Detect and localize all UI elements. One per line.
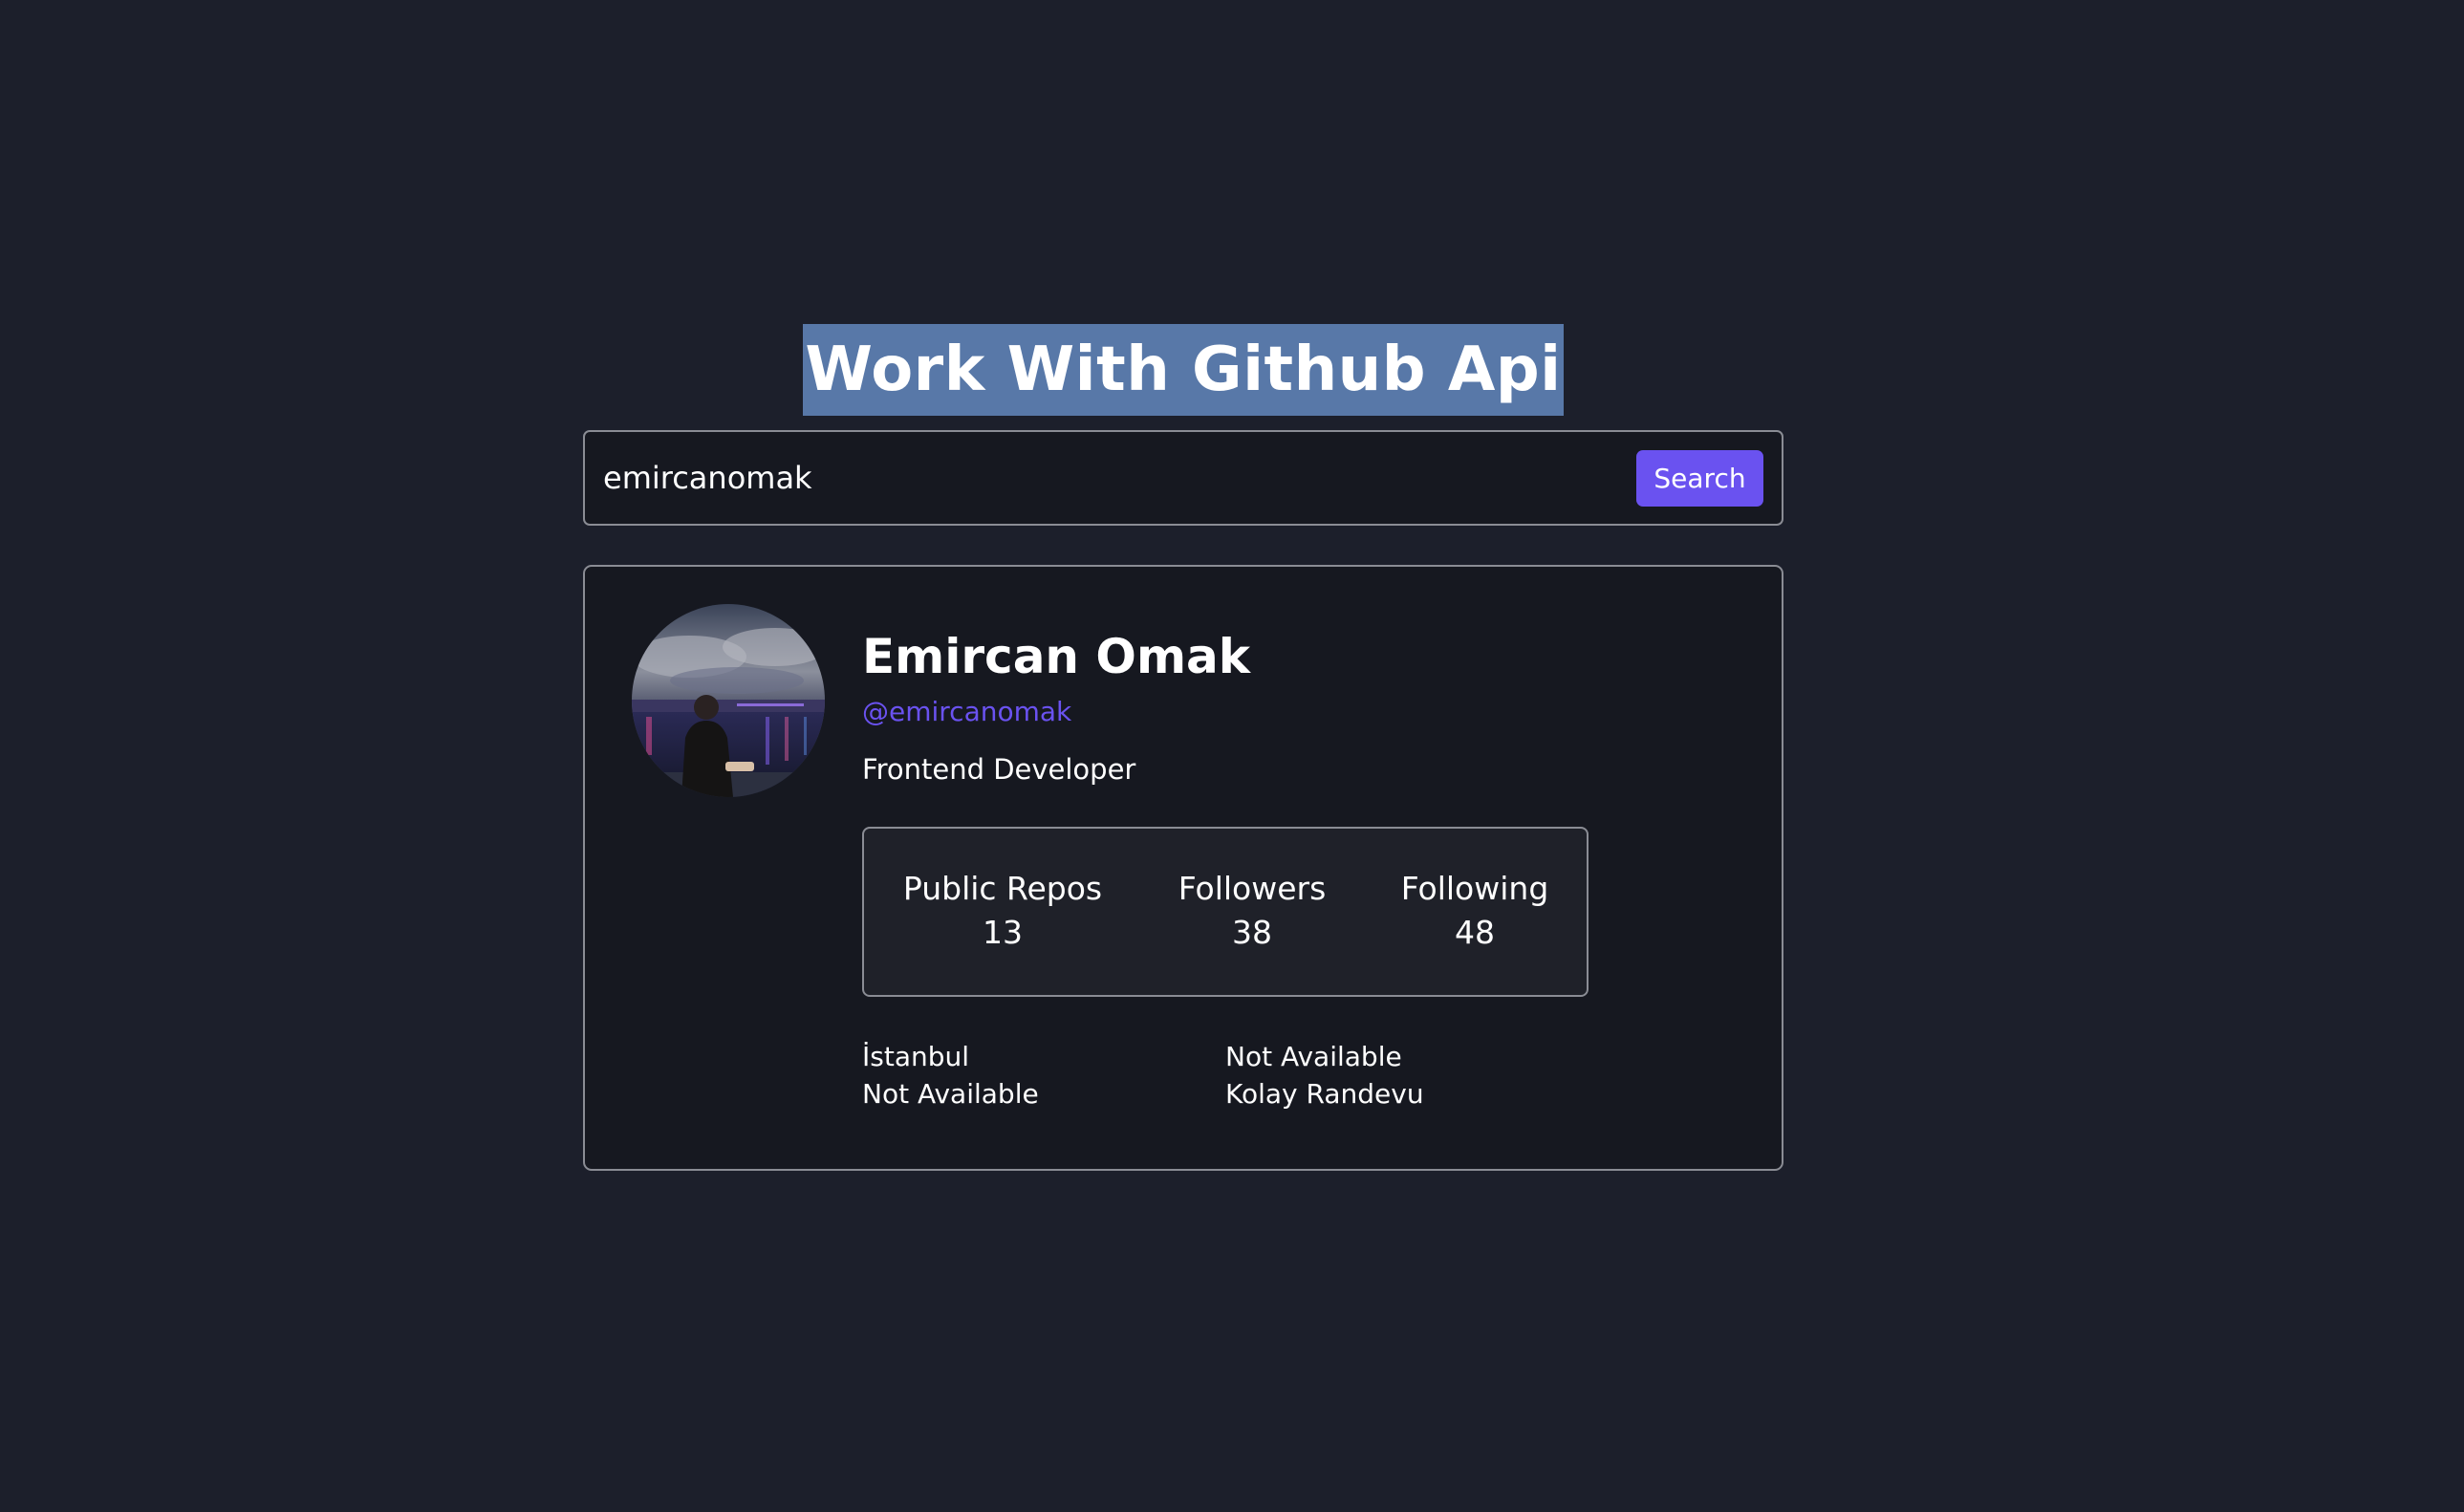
stat-public-repos: Public Repos 13 [903, 867, 1102, 955]
title-wrap: Work With Github Api [583, 324, 1783, 416]
stat-label: Followers [1178, 870, 1327, 907]
stat-followers: Followers 38 [1178, 867, 1327, 955]
page: Work With Github Api Search [0, 0, 2464, 1512]
detail-twitter: Not Available [1225, 1041, 1402, 1072]
stats-box: Public Repos 13 Followers 38 Following 4… [862, 827, 1589, 997]
avatar [632, 604, 825, 797]
profile-bio: Frontend Developer [862, 753, 1136, 786]
search-bar: Search [583, 430, 1783, 526]
profile-login-link[interactable]: @emircanomak [862, 693, 1250, 731]
search-button[interactable]: Search [1636, 449, 1763, 507]
stat-label: Public Repos [902, 870, 1103, 907]
stat-value: 48 [1454, 914, 1495, 951]
profile-info: Emircan Omak @emircanomak Frontend Devel… [862, 626, 1250, 788]
stat-following: Following 48 [1401, 867, 1549, 955]
stat-value: 38 [1231, 914, 1272, 951]
stat-value: 13 [982, 914, 1023, 951]
avatar-photo [632, 604, 825, 797]
detail-blog: Not Available [862, 1078, 1039, 1110]
main-container: Work With Github Api Search [583, 324, 1783, 1171]
page-title: Work With Github Api [803, 324, 1564, 416]
detail-location: İstanbul [862, 1041, 970, 1072]
detail-company: Kolay Randevu [1225, 1078, 1424, 1110]
stat-label: Following [1400, 870, 1549, 907]
search-input[interactable] [603, 460, 1617, 496]
profile-name: Emircan Omak [862, 629, 1251, 684]
profile-card: Emircan Omak @emircanomak Frontend Devel… [583, 565, 1783, 1171]
